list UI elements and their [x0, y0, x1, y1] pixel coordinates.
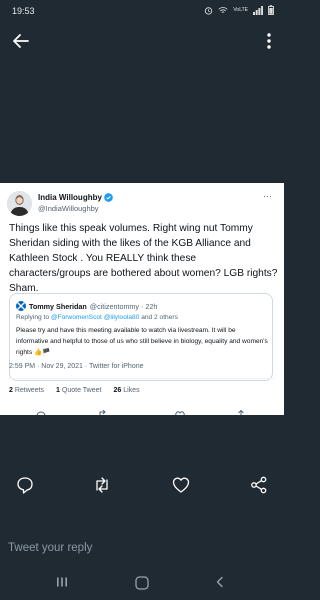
status-bar: 19:53 VoLTE — [0, 0, 284, 22]
reply-input[interactable]: Tweet your reply — [0, 530, 284, 570]
author-name[interactable]: India Willoughby — [38, 193, 102, 202]
quoted-header: Tommy Sheridan @citizentommy · 22h — [16, 301, 157, 311]
back-arrow-icon[interactable] — [10, 30, 32, 52]
reply-icon-partial — [36, 411, 46, 415]
quotes-count: 1 — [56, 387, 60, 394]
reply-prefix: Replying to — [16, 314, 49, 321]
tweet-more-icon[interactable]: ··· — [263, 191, 272, 201]
reply-suffix: and 2 others — [141, 314, 178, 321]
tweet-stats: 2 Retweets 1 Quote Tweet 26 Likes — [9, 387, 140, 394]
share-icon-partial — [238, 410, 244, 415]
quoted-reply-context: Replying to @ForwomenScot @lilyloola80 a… — [16, 314, 178, 321]
likes-count: 26 — [113, 387, 122, 394]
home-icon[interactable] — [135, 576, 149, 590]
system-nav-bar — [0, 570, 284, 600]
retweet-icon-partial — [99, 410, 106, 415]
card-action-icons-partial — [0, 409, 284, 415]
retweet-icon[interactable] — [92, 475, 112, 495]
status-icons: VoLTE — [204, 5, 274, 15]
verified-badge-icon — [104, 193, 113, 202]
alarm-icon — [205, 6, 213, 15]
status-time: 19:53 — [12, 6, 35, 16]
author-handle[interactable]: @IndiaWilloughby — [38, 204, 99, 213]
like-icon[interactable] — [171, 475, 191, 495]
share-icon[interactable] — [249, 475, 269, 495]
quotes-label: Quote Tweet — [61, 387, 102, 394]
author-name-row[interactable]: India Willoughby — [38, 193, 113, 202]
reply-icon[interactable] — [15, 475, 35, 495]
more-options-icon[interactable] — [266, 32, 272, 50]
retweets-stat[interactable]: 2 Retweets — [9, 387, 44, 394]
reply-placeholder: Tweet your reply — [8, 542, 93, 554]
wifi-icon — [218, 6, 228, 13]
tweet-card: India Willoughby @IndiaWilloughby ··· Th… — [0, 183, 284, 415]
nav-back-icon[interactable] — [214, 576, 226, 588]
quoted-text: Please try and have this meeting availab… — [16, 327, 268, 356]
signal-icon — [253, 5, 263, 15]
likes-label: Likes — [123, 387, 140, 394]
reply-mentions[interactable]: @ForwomenScot @lilyloola80 — [51, 314, 140, 321]
retweets-count: 2 — [9, 387, 13, 394]
tweet-actions — [0, 470, 284, 500]
likes-stat[interactable]: 26 Likes — [113, 387, 139, 394]
battery-icon — [268, 5, 274, 15]
tweet-text: Things like this speak volumes. Right wi… — [9, 223, 278, 294]
avatar-image — [7, 191, 32, 216]
quoted-author-handle: @citizentommy · 22h — [89, 301, 158, 311]
author-avatar[interactable] — [7, 191, 32, 216]
like-icon-partial — [175, 411, 185, 415]
quoted-avatar — [16, 301, 26, 311]
quotes-stat[interactable]: 1 Quote Tweet — [56, 387, 101, 394]
recent-apps-icon[interactable] — [56, 576, 68, 588]
tweet-timestamp: 2:59 PM · Nov 29, 2021 · Twitter for iPh… — [9, 363, 144, 370]
volte-label: VoLTE — [233, 7, 248, 13]
retweets-label: Retweets — [14, 387, 45, 394]
app-bar — [0, 22, 284, 62]
quoted-author-name: Tommy Sheridan — [29, 301, 87, 311]
divider — [9, 378, 275, 379]
